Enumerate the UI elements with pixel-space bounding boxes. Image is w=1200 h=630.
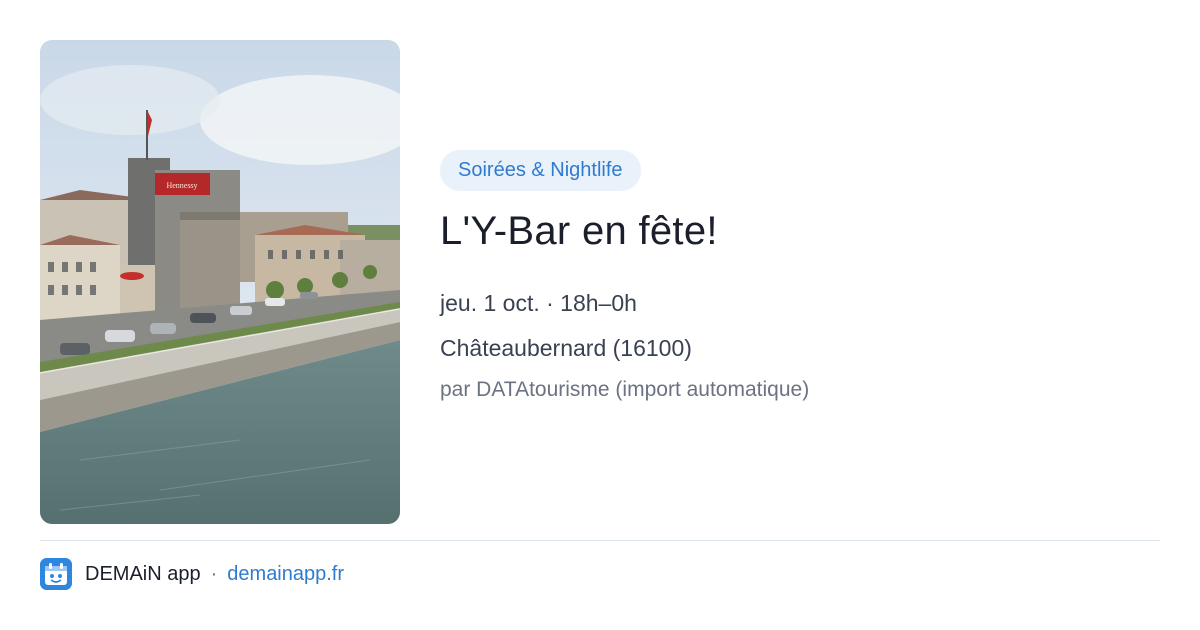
footer-divider: [40, 540, 1160, 541]
event-source: par DATAtourisme (import automatique): [440, 378, 810, 401]
category-chip[interactable]: Soirées & Nightlife: [440, 150, 641, 191]
building-sign: Hennessy: [166, 181, 197, 190]
demain-app-icon[interactable]: [40, 558, 72, 590]
footer-separator: ·: [210, 562, 218, 585]
event-location: Châteaubernard (16100): [440, 335, 692, 361]
event-date: jeu. 1 oct. · 18h–0h: [440, 290, 637, 316]
event-photo: Hennessy: [40, 40, 400, 524]
event-info: Soirées & Nightlife L'Y-Bar en fête! jeu…: [440, 150, 1160, 403]
footer: DEMAiN app · demainapp.fr: [40, 558, 344, 590]
event-photo-illustration: Hennessy: [40, 40, 400, 524]
app-name: DEMAiN app: [85, 562, 201, 585]
event-title: L'Y-Bar en fête!: [440, 209, 718, 253]
app-website-link[interactable]: demainapp.fr: [227, 563, 344, 586]
